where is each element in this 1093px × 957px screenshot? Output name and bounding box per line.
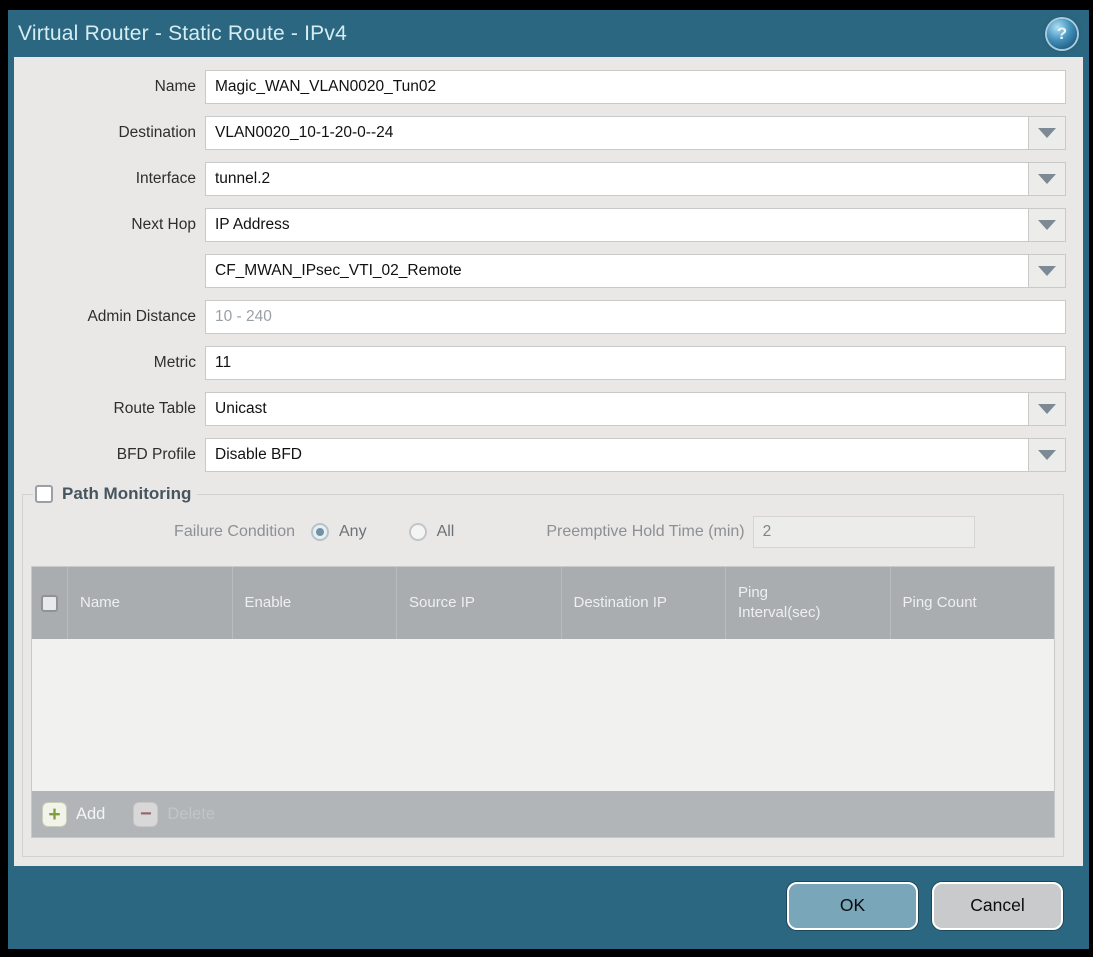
chevron-down-icon [1038, 220, 1056, 230]
failure-condition-all-radio[interactable]: All [409, 523, 455, 541]
next-hop-row: Next Hop [14, 208, 1083, 242]
chevron-down-icon [1038, 450, 1056, 460]
add-button-label: Add [76, 805, 105, 824]
column-header-ping-interval: Ping Interval(sec) [725, 567, 890, 639]
table-header-row: Name Enable Source IP Destination IP Pin… [32, 567, 1054, 639]
destination-row: Destination [14, 116, 1083, 150]
interface-dropdown-button[interactable] [1028, 162, 1066, 196]
route-table-label: Route Table [14, 400, 205, 418]
route-table-input[interactable] [205, 392, 1028, 426]
bfd-profile-label: BFD Profile [14, 446, 205, 464]
help-icon[interactable]: ? [1047, 19, 1077, 49]
interface-label: Interface [14, 170, 205, 188]
next-hop-address-row [14, 254, 1083, 288]
chevron-down-icon [1038, 128, 1056, 138]
next-hop-dropdown-button[interactable] [1028, 208, 1066, 242]
path-monitoring-table: Name Enable Source IP Destination IP Pin… [31, 566, 1055, 838]
path-monitoring-title: Path Monitoring [62, 484, 191, 504]
select-all-checkbox[interactable] [41, 595, 58, 612]
select-all-cell [32, 567, 67, 639]
bfd-profile-dropdown-button[interactable] [1028, 438, 1066, 472]
minus-icon: − [133, 802, 158, 827]
path-monitoring-checkbox[interactable] [35, 485, 53, 503]
static-route-dialog: Virtual Router - Static Route - IPv4 ? N… [0, 0, 1093, 957]
failure-condition-row: Failure Condition Any All Preemptive Hol… [31, 514, 1055, 550]
next-hop-address-input[interactable] [205, 254, 1028, 288]
delete-button[interactable]: − Delete [133, 802, 215, 827]
admin-distance-input[interactable] [205, 300, 1066, 334]
cancel-button[interactable]: Cancel [932, 882, 1063, 930]
chevron-down-icon [1038, 174, 1056, 184]
name-row: Name [14, 70, 1083, 104]
chevron-down-icon [1038, 266, 1056, 276]
ok-button[interactable]: OK [787, 882, 918, 930]
radio-all-label: All [437, 523, 455, 541]
next-hop-type-input[interactable] [205, 208, 1028, 242]
column-header-name: Name [67, 567, 232, 639]
metric-input[interactable] [205, 346, 1066, 380]
dialog-footer: OK Cancel [8, 866, 1089, 949]
failure-condition-any-radio[interactable]: Any [311, 523, 367, 541]
destination-input[interactable] [205, 116, 1028, 150]
plus-icon: + [42, 802, 67, 827]
next-hop-address-dropdown-button[interactable] [1028, 254, 1066, 288]
radio-any-label: Any [339, 523, 367, 541]
name-label: Name [14, 78, 205, 96]
interface-input[interactable] [205, 162, 1028, 196]
add-button[interactable]: + Add [42, 802, 105, 827]
radio-selected-icon [311, 523, 329, 541]
preemptive-hold-time-label: Preemptive Hold Time (min) [546, 523, 744, 541]
path-monitoring-section: Path Monitoring Failure Condition Any Al… [22, 484, 1064, 857]
radio-unselected-icon [409, 523, 427, 541]
column-header-destination-ip: Destination IP [561, 567, 726, 639]
column-header-ping-count: Ping Count [890, 567, 1055, 639]
next-hop-label: Next Hop [14, 216, 205, 234]
route-table-row: Route Table [14, 392, 1083, 426]
admin-distance-label: Admin Distance [14, 308, 205, 326]
column-header-source-ip: Source IP [396, 567, 561, 639]
metric-label: Metric [14, 354, 205, 372]
destination-dropdown-button[interactable] [1028, 116, 1066, 150]
metric-row: Metric [14, 346, 1083, 380]
table-footer: + Add − Delete [32, 791, 1054, 837]
bfd-profile-row: BFD Profile [14, 438, 1083, 472]
dialog-titlebar: Virtual Router - Static Route - IPv4 ? [8, 10, 1089, 57]
dialog-title: Virtual Router - Static Route - IPv4 [18, 22, 347, 46]
route-table-dropdown-button[interactable] [1028, 392, 1066, 426]
table-body-empty [32, 639, 1054, 791]
chevron-down-icon [1038, 404, 1056, 414]
column-header-enable: Enable [232, 567, 397, 639]
admin-distance-row: Admin Distance [14, 300, 1083, 334]
path-monitoring-legend: Path Monitoring [33, 484, 197, 504]
interface-row: Interface [14, 162, 1083, 196]
delete-button-label: Delete [167, 805, 215, 824]
preemptive-hold-time-input[interactable] [753, 516, 975, 548]
name-input[interactable] [205, 70, 1066, 104]
bfd-profile-input[interactable] [205, 438, 1028, 472]
failure-condition-label: Failure Condition [31, 523, 305, 541]
dialog-body: Name Destination Interface [14, 57, 1083, 866]
destination-label: Destination [14, 124, 205, 142]
